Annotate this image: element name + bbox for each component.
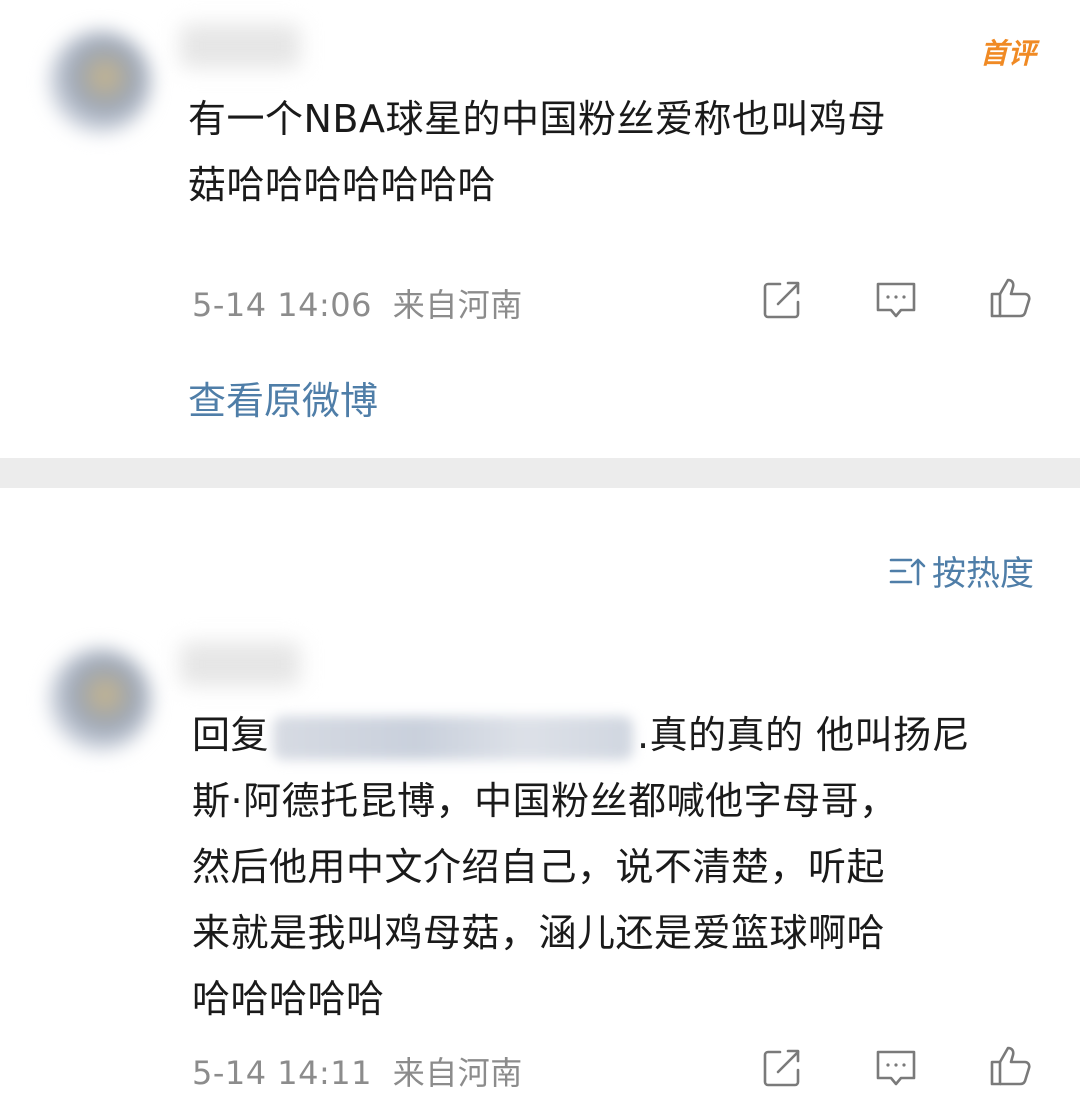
sort-label: 按热度 bbox=[932, 554, 1034, 594]
reply-text-line: 来就是我叫鸡母菇，涵儿还是爱篮球啊哈 bbox=[192, 911, 886, 955]
like-icon[interactable] bbox=[988, 276, 1032, 320]
comment-text-line: 有一个NBA球星的中国粉丝爱称也叫鸡母 bbox=[188, 97, 886, 141]
comment-icon[interactable] bbox=[874, 1046, 918, 1090]
comment-date: 5-14 14:11 bbox=[192, 1054, 373, 1092]
username-blurred[interactable] bbox=[180, 24, 300, 68]
comment-meta: 5-14 14:11 来自河南 bbox=[192, 1048, 523, 1094]
reply-text-line: 然后他用中文介绍自己，说不清楚，听起 bbox=[192, 845, 886, 889]
comment-text-line: 菇哈哈哈哈哈哈哈 bbox=[188, 163, 497, 207]
reply-text-tail: .真的真的 他叫扬尼 bbox=[637, 713, 971, 757]
reply-text-line: 哈哈哈哈哈 bbox=[192, 977, 385, 1021]
username-blurred[interactable] bbox=[180, 642, 300, 686]
reply-prefix: 回复 bbox=[192, 713, 270, 757]
first-comment-badge: 首评 bbox=[979, 37, 1036, 70]
avatar[interactable] bbox=[48, 648, 152, 752]
reply-text-line: 回复 .真的真的 他叫扬尼 bbox=[192, 702, 1052, 768]
share-icon[interactable] bbox=[760, 1046, 804, 1090]
mention-blurred[interactable] bbox=[273, 715, 634, 760]
avatar[interactable] bbox=[48, 30, 152, 134]
sort-icon bbox=[888, 554, 928, 588]
comment-location: 来自河南 bbox=[392, 286, 523, 324]
comment-location: 来自河南 bbox=[392, 1054, 523, 1092]
comment-text: 有一个NBA球星的中国粉丝爱称也叫鸡母 菇哈哈哈哈哈哈哈 bbox=[188, 86, 886, 218]
comment-date: 5-14 14:06 bbox=[192, 286, 373, 324]
top-comment: 首评 有一个NBA球星的中国粉丝爱称也叫鸡母 菇哈哈哈哈哈哈哈 5-14 14:… bbox=[0, 0, 1080, 458]
view-original-link[interactable]: 查看原微博 bbox=[188, 370, 378, 425]
reply-comment: 按热度 回复 .真的真的 他叫扬尼 斯·阿德托昆博，中国粉丝都喊他字母哥， 然后他… bbox=[0, 488, 1080, 1092]
reply-text: 回复 .真的真的 他叫扬尼 斯·阿德托昆博，中国粉丝都喊他字母哥， 然后他用中文介… bbox=[192, 702, 1052, 1032]
reply-text-line: 斯·阿德托昆博，中国粉丝都喊他字母哥， bbox=[192, 779, 898, 823]
comment-icon[interactable] bbox=[874, 278, 918, 322]
share-icon[interactable] bbox=[760, 278, 804, 322]
sort-by-hot-button[interactable]: 按热度 bbox=[888, 546, 1034, 595]
section-divider bbox=[0, 458, 1080, 488]
like-icon[interactable] bbox=[988, 1044, 1032, 1088]
comment-meta: 5-14 14:06 来自河南 bbox=[192, 280, 523, 326]
